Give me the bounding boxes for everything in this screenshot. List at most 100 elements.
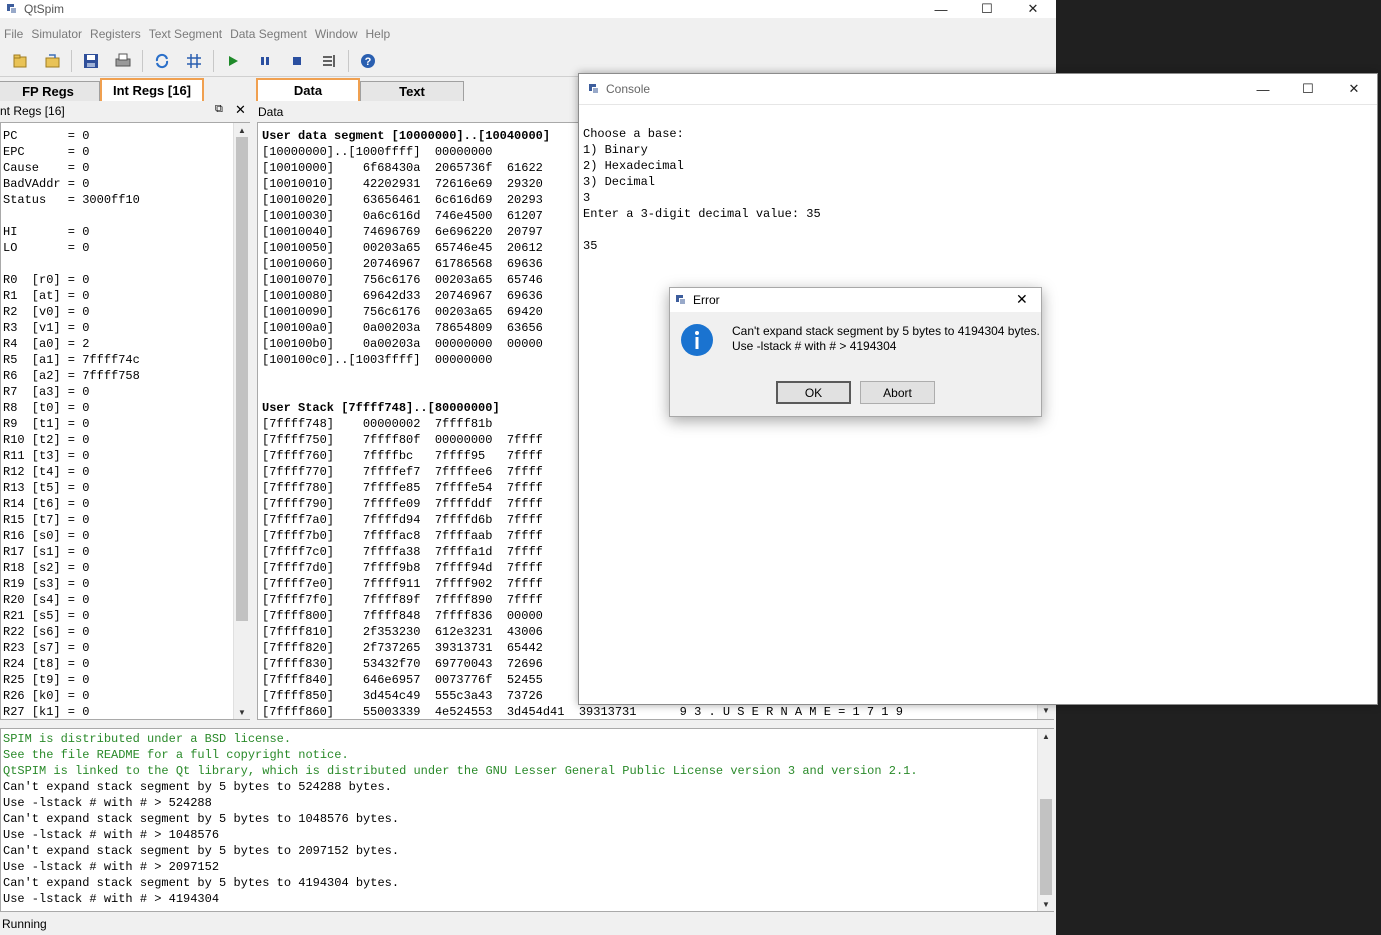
menu-file[interactable]: File bbox=[0, 27, 27, 41]
message-line: See the file README for a full copyright… bbox=[3, 748, 349, 762]
scroll-up-icon[interactable]: ▲ bbox=[234, 123, 250, 137]
ok-button[interactable]: OK bbox=[776, 381, 851, 404]
register-row: R12 [t4] = 0 bbox=[3, 465, 90, 479]
svg-text:?: ? bbox=[365, 56, 372, 68]
message-line: QtSPIM is linked to the Qt library, whic… bbox=[3, 764, 918, 778]
data-panel-title: Data bbox=[258, 105, 284, 119]
register-row: LO = 0 bbox=[3, 241, 90, 255]
console-line: 2) Hexadecimal bbox=[583, 159, 684, 173]
menu-text-segment[interactable]: Text Segment bbox=[145, 27, 226, 41]
dialog-app-icon bbox=[675, 294, 687, 306]
register-row: R17 [s1] = 0 bbox=[3, 545, 90, 559]
register-row: R21 [s5] = 0 bbox=[3, 609, 90, 623]
help-icon[interactable]: ? bbox=[356, 49, 380, 73]
message-line: Can't expand stack segment by 5 bytes to… bbox=[3, 780, 392, 794]
register-row: PC = 0 bbox=[3, 129, 90, 143]
message-line: Use -lstack # with # > 2097152 bbox=[3, 860, 220, 874]
close-icon[interactable]: ✕ bbox=[1016, 291, 1028, 308]
register-row: R25 [t9] = 0 bbox=[3, 673, 90, 687]
minimize-icon[interactable]: — bbox=[918, 0, 964, 18]
minimize-icon[interactable]: — bbox=[1240, 74, 1286, 104]
license-messages: SPIM is distributed under a BSD license.… bbox=[3, 731, 1053, 779]
single-step-icon[interactable] bbox=[317, 49, 341, 73]
register-row: R26 [k0] = 0 bbox=[3, 689, 90, 703]
register-row: R18 [s2] = 0 bbox=[3, 561, 90, 575]
close-icon[interactable]: ✕ bbox=[1331, 74, 1377, 104]
register-row: R24 [t8] = 0 bbox=[3, 657, 90, 671]
run-icon[interactable] bbox=[221, 49, 245, 73]
register-row: R27 [k1] = 0 bbox=[3, 705, 90, 719]
error-message-line2: Use -lstack # with # > 4194304 bbox=[732, 339, 897, 353]
stop-icon[interactable] bbox=[285, 49, 309, 73]
console-app-icon bbox=[588, 83, 600, 95]
messages-scroll-thumb[interactable] bbox=[1040, 799, 1052, 895]
error-message: Can't expand stack segment by 5 bytes to… bbox=[732, 324, 1040, 354]
maximize-icon[interactable]: ☐ bbox=[964, 0, 1010, 18]
register-row: R4 [a0] = 2 bbox=[3, 337, 90, 351]
int-regs-scroll-thumb[interactable] bbox=[236, 137, 248, 621]
close-icon[interactable]: ✕ bbox=[1010, 0, 1056, 18]
register-row: R19 [s3] = 0 bbox=[3, 577, 90, 591]
scroll-down-icon[interactable]: ▼ bbox=[234, 705, 250, 719]
print-icon[interactable] bbox=[111, 49, 135, 73]
console-titlebar: Console — ☐ ✕ bbox=[579, 74, 1377, 105]
error-dialog-titlebar: Error ✕ bbox=[670, 288, 1041, 312]
register-row: R8 [t0] = 0 bbox=[3, 401, 90, 415]
tab-data[interactable]: Data bbox=[256, 78, 360, 101]
messages-scrollbar[interactable]: ▲ ▼ bbox=[1037, 729, 1054, 911]
message-line: Use -lstack # with # > 4194304 bbox=[3, 892, 220, 906]
pause-icon[interactable] bbox=[253, 49, 277, 73]
tab-int-regs[interactable]: Int Regs [16] bbox=[100, 78, 204, 101]
tab-data-label: Data bbox=[293, 83, 323, 98]
reinitialize-icon[interactable] bbox=[150, 49, 174, 73]
clear-registers-icon[interactable] bbox=[182, 49, 206, 73]
tab-int-regs-label: Int Regs [16] bbox=[112, 83, 191, 98]
register-row: R9 [t1] = 0 bbox=[3, 417, 90, 431]
register-row: R5 [a1] = 7ffff74c bbox=[3, 353, 140, 367]
scroll-down-icon[interactable]: ▼ bbox=[1038, 897, 1054, 911]
abort-button-label: Abort bbox=[883, 385, 912, 400]
register-row: Status = 3000ff10 bbox=[3, 193, 140, 207]
message-line: Can't expand stack segment by 5 bytes to… bbox=[3, 844, 400, 858]
main-window-title: QtSpim bbox=[24, 2, 65, 16]
console-output[interactable]: Choose a base: 1) Binary 2) Hexadecimal 3) … bbox=[583, 126, 821, 254]
main-titlebar: QtSpim — ☐ ✕ bbox=[0, 0, 1056, 18]
register-row: R16 [s0] = 0 bbox=[3, 529, 90, 543]
save-icon[interactable] bbox=[79, 49, 103, 73]
menu-help[interactable]: Help bbox=[362, 27, 395, 41]
int-regs-scrollbar[interactable]: ▲ ▼ bbox=[233, 123, 250, 719]
close-panel-icon[interactable]: ✕ bbox=[235, 102, 246, 118]
scroll-down-icon[interactable]: ▼ bbox=[1038, 703, 1054, 717]
console-line: Enter a 3-digit decimal value: 35 bbox=[583, 207, 821, 221]
abort-button[interactable]: Abort bbox=[860, 381, 935, 404]
message-line: SPIM is distributed under a BSD license. bbox=[3, 732, 292, 746]
message-line: Can't expand stack segment by 5 bytes to… bbox=[3, 876, 400, 890]
undock-icon[interactable]: ⧉ bbox=[215, 103, 223, 116]
int-regs-pane: PC = 0 EPC = 0 Cause = 0 BadVAddr = 0 Status… bbox=[0, 122, 250, 720]
console-line: 3 bbox=[583, 191, 591, 205]
message-line: Use -lstack # with # > 524288 bbox=[3, 796, 212, 810]
register-row: Cause = 0 bbox=[3, 161, 90, 175]
error-message-line1: Can't expand stack segment by 5 bytes to… bbox=[732, 324, 1040, 338]
memory-row: [7ffff860] 55003339 4e524553 3d454d41 39… bbox=[262, 705, 903, 719]
reload-file-icon[interactable] bbox=[40, 49, 64, 73]
register-row: R23 [s7] = 0 bbox=[3, 641, 90, 655]
error-dialog-title: Error bbox=[693, 293, 720, 307]
error-dialog: Error ✕ Can't expand stack segment by 5 … bbox=[669, 287, 1042, 417]
scroll-up-icon[interactable]: ▲ bbox=[1038, 729, 1054, 743]
menu-window[interactable]: Window bbox=[311, 27, 362, 41]
menu-simulator[interactable]: Simulator bbox=[27, 27, 86, 41]
maximize-icon[interactable]: ☐ bbox=[1285, 74, 1331, 104]
data-panel-header: Data bbox=[258, 103, 283, 121]
register-row: R3 [v1] = 0 bbox=[3, 321, 90, 335]
message-line: Use -lstack # with # > 1048576 bbox=[3, 828, 220, 842]
register-row: R1 [at] = 0 bbox=[3, 289, 90, 303]
open-folder-icon[interactable] bbox=[8, 49, 32, 73]
tab-fp-regs[interactable]: FP Regs bbox=[0, 81, 100, 101]
int-regs-panel-title: nt Regs [16] bbox=[0, 104, 65, 118]
menu-bar: File Simulator Registers Text Segment Da… bbox=[0, 24, 1056, 44]
tab-text[interactable]: Text bbox=[360, 81, 464, 101]
data-scrollbar[interactable]: ▼ bbox=[1037, 703, 1054, 719]
menu-registers[interactable]: Registers bbox=[86, 27, 145, 41]
menu-data-segment[interactable]: Data Segment bbox=[226, 27, 311, 41]
